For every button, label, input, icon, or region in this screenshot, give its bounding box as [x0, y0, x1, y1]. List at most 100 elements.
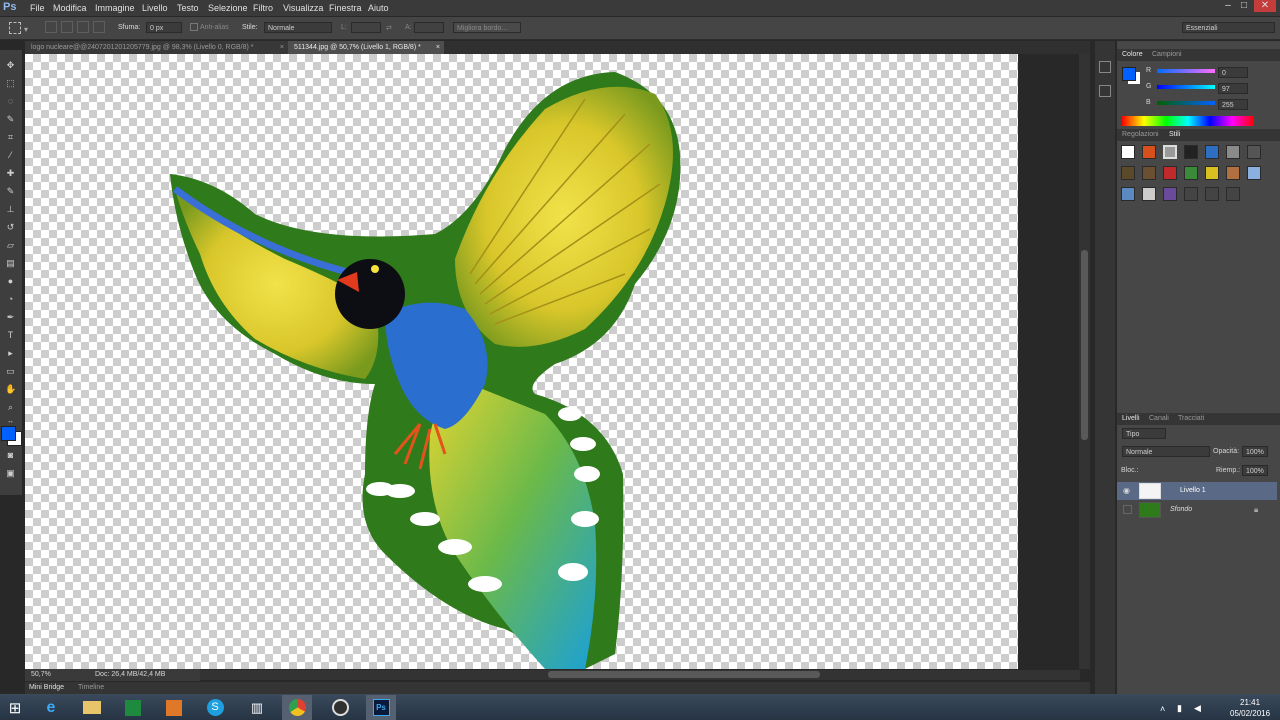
- tab-canali[interactable]: Canali: [1149, 415, 1169, 422]
- marquee-tool-icon[interactable]: ⬚: [5, 78, 16, 89]
- volume-icon[interactable]: ◀: [1194, 703, 1201, 714]
- tray-up-icon[interactable]: ˄: [1160, 704, 1165, 714]
- style-swatch[interactable]: [1205, 166, 1219, 180]
- g-slider[interactable]: [1157, 85, 1215, 89]
- style-swatch[interactable]: [1226, 166, 1240, 180]
- g-value[interactable]: 97: [1218, 83, 1248, 94]
- doc-size[interactable]: Doc: 26,4 MB/42,4 MB: [95, 671, 165, 678]
- tab-livelli[interactable]: Livelli: [1122, 415, 1140, 422]
- tab-mini-bridge[interactable]: Mini Bridge: [29, 684, 64, 691]
- b-slider[interactable]: [1157, 101, 1215, 105]
- network-icon[interactable]: ▮: [1177, 703, 1182, 714]
- healing-tool-icon[interactable]: ✚: [5, 168, 16, 179]
- style-swatch[interactable]: [1142, 166, 1156, 180]
- menu-selezione[interactable]: Selezione: [208, 3, 248, 13]
- lasso-tool-icon[interactable]: ◌: [5, 96, 16, 107]
- menu-file[interactable]: File: [30, 3, 45, 13]
- sfuma-input[interactable]: 0 px: [146, 22, 182, 33]
- height-input[interactable]: [414, 22, 444, 33]
- chrome-button[interactable]: [282, 695, 312, 720]
- eraser-tool-icon[interactable]: ▱: [5, 240, 16, 251]
- quick-mask-icon[interactable]: ◙: [5, 450, 16, 461]
- menu-filtro[interactable]: Filtro: [253, 3, 273, 13]
- style-swatch[interactable]: [1184, 166, 1198, 180]
- antialias-checkbox[interactable]: [190, 23, 198, 31]
- properties-panel-icon[interactable]: [1099, 85, 1111, 97]
- tab-logo-nucleare[interactable]: logo nucleare@@2407201201205779.jpg @ 98…: [25, 41, 288, 54]
- menu-testo[interactable]: Testo: [177, 3, 199, 13]
- marquee-tool-icon[interactable]: [9, 22, 21, 34]
- tab-stili[interactable]: Stili: [1169, 131, 1180, 138]
- style-swatch[interactable]: [1121, 166, 1135, 180]
- history-panel-icon[interactable]: [1099, 61, 1111, 73]
- zoom-tool-icon[interactable]: ⌕: [5, 402, 16, 413]
- style-swatch[interactable]: [1142, 145, 1156, 159]
- screen-mode-icon[interactable]: ▣: [5, 468, 16, 479]
- style-swatch[interactable]: [1163, 166, 1177, 180]
- clock-time[interactable]: 21:41: [1240, 698, 1260, 707]
- swap-icon[interactable]: ⇄: [386, 24, 392, 32]
- intersect-selection-icon[interactable]: [93, 21, 105, 33]
- tab-close-icon[interactable]: ×: [280, 41, 284, 54]
- style-swatch[interactable]: [1205, 187, 1219, 201]
- pen-tool-icon[interactable]: ✒: [5, 312, 16, 323]
- menu-livello[interactable]: Livello: [142, 3, 168, 13]
- style-swatch[interactable]: [1163, 187, 1177, 201]
- style-swatch[interactable]: [1205, 145, 1219, 159]
- opacity-input[interactable]: 100%: [1242, 446, 1268, 457]
- horizontal-scroll-thumb[interactable]: [548, 671, 820, 678]
- tab-511344[interactable]: 511344.jpg @ 50,7% (Livello 1, RGB/8) * …: [288, 41, 444, 54]
- style-swatch[interactable]: [1226, 145, 1240, 159]
- audio-app-button[interactable]: ▥: [242, 695, 272, 720]
- menu-modifica[interactable]: Modifica: [53, 3, 87, 13]
- brush-tool-icon[interactable]: ✎: [5, 186, 16, 197]
- menu-immagine[interactable]: Immagine: [95, 3, 135, 13]
- menu-finestra[interactable]: Finestra: [329, 3, 362, 13]
- tab-tracciati[interactable]: Tracciati: [1178, 415, 1204, 422]
- visibility-toggle[interactable]: [1123, 505, 1132, 514]
- gradient-tool-icon[interactable]: ▤: [5, 258, 16, 269]
- style-swatch[interactable]: [1247, 145, 1261, 159]
- tab-colore[interactable]: Colore: [1122, 51, 1143, 58]
- layer-name[interactable]: Sfondo: [1170, 506, 1192, 513]
- tab-timeline[interactable]: Timeline: [78, 684, 104, 691]
- stile-select[interactable]: Normale: [264, 22, 332, 33]
- r-value[interactable]: 0: [1218, 67, 1248, 78]
- color-spectrum[interactable]: [1122, 116, 1254, 126]
- fill-input[interactable]: 100%: [1242, 465, 1268, 476]
- layer-row-sfondo[interactable]: Sfondo 🔒︎: [1117, 501, 1277, 519]
- shape-tool-icon[interactable]: ▭: [5, 366, 16, 377]
- menu-aiuto[interactable]: Aiuto: [368, 3, 389, 13]
- tab-close-icon[interactable]: ×: [436, 41, 440, 54]
- workspace-select[interactable]: Essenziali: [1182, 22, 1275, 33]
- subtract-selection-icon[interactable]: [77, 21, 89, 33]
- path-select-tool-icon[interactable]: ▸: [5, 348, 16, 359]
- photoshop-taskbar-button[interactable]: Ps: [366, 695, 396, 720]
- refine-edge-button[interactable]: Migliora bordo...: [453, 22, 521, 33]
- type-tool-icon[interactable]: T: [5, 330, 16, 341]
- file-explorer-button[interactable]: [77, 695, 107, 720]
- stamp-tool-icon[interactable]: ⊥: [5, 204, 16, 215]
- new-selection-icon[interactable]: [45, 21, 57, 33]
- history-brush-tool-icon[interactable]: ↺: [5, 222, 16, 233]
- foreground-color-swatch[interactable]: [1, 426, 16, 441]
- style-swatch[interactable]: [1226, 187, 1240, 201]
- windows-start-button[interactable]: ⊞: [0, 695, 30, 720]
- style-swatch[interactable]: [1142, 187, 1156, 201]
- move-tool-icon[interactable]: ✥: [5, 60, 16, 71]
- tab-regolazioni[interactable]: Regolazioni: [1122, 131, 1159, 138]
- internet-explorer-button[interactable]: e: [36, 695, 66, 720]
- obs-button[interactable]: [325, 695, 355, 720]
- eyedropper-tool-icon[interactable]: ⁄: [5, 150, 16, 161]
- skype-button[interactable]: S: [200, 695, 230, 720]
- outlook-button[interactable]: [159, 695, 189, 720]
- style-swatch[interactable]: [1247, 166, 1261, 180]
- layer-name[interactable]: Livello 1: [1180, 487, 1206, 494]
- b-value[interactable]: 255: [1218, 99, 1248, 110]
- style-swatch[interactable]: [1184, 145, 1198, 159]
- r-slider[interactable]: [1157, 69, 1215, 73]
- crop-tool-icon[interactable]: ⌗: [5, 132, 16, 143]
- quick-select-tool-icon[interactable]: ✎: [5, 114, 16, 125]
- chevron-down-icon[interactable]: ▾: [24, 25, 28, 34]
- style-swatch-none[interactable]: [1121, 145, 1135, 159]
